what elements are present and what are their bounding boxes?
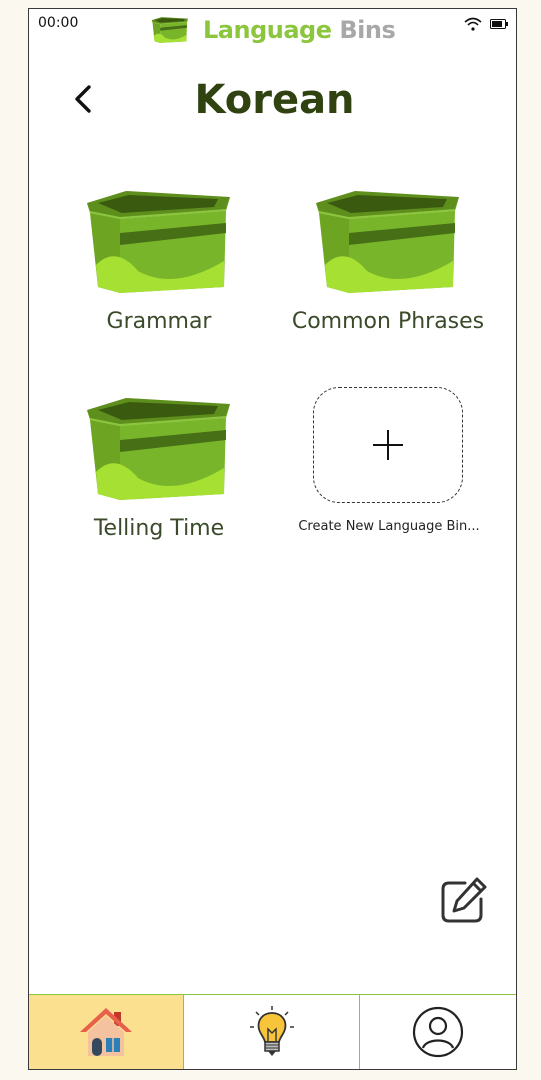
storage-bin-icon — [313, 187, 463, 297]
app-brand: Language Bins — [151, 13, 396, 47]
user-profile-icon — [412, 1006, 464, 1058]
battery-icon — [490, 19, 508, 29]
storage-bin-icon — [84, 187, 234, 297]
app-brand-name: Language Bins — [203, 16, 396, 44]
status-bar: 00:00 Language Bins — [29, 9, 516, 49]
storage-bin-icon — [84, 394, 234, 504]
status-icons — [464, 17, 508, 31]
edit-button[interactable] — [439, 875, 489, 925]
plus-icon — [373, 430, 403, 460]
app-logo-icon — [151, 14, 189, 46]
tab-home[interactable] — [29, 995, 184, 1069]
bin-grammar[interactable]: Grammar — [49, 187, 269, 334]
create-bin-label: Create New Language Bin... — [298, 519, 480, 534]
wifi-icon — [464, 17, 482, 31]
bin-label: Common Phrases — [291, 309, 485, 334]
header: Korean — [29, 69, 516, 139]
brand-word-language: Language — [203, 16, 332, 44]
page-title: Korean — [194, 77, 355, 123]
bin-label: Grammar — [106, 309, 212, 334]
lightbulb-icon — [249, 1006, 294, 1056]
tab-ideas[interactable] — [184, 995, 360, 1069]
edit-pencil-icon — [441, 877, 487, 923]
house-icon — [80, 1008, 132, 1056]
bin-label: Telling Time — [93, 516, 225, 541]
status-time: 00:00 — [38, 15, 79, 31]
brand-word-bins: Bins — [339, 16, 396, 44]
bottom-nav — [29, 994, 516, 1069]
bin-telling-time[interactable]: Telling Time — [49, 394, 269, 541]
bin-common-phrases[interactable]: Common Phrases — [278, 187, 498, 334]
tab-profile[interactable] — [360, 995, 516, 1069]
create-bin-button[interactable] — [313, 387, 463, 503]
phone-screen: 00:00 Language Bins Korean Grammar Commo… — [28, 8, 517, 1070]
